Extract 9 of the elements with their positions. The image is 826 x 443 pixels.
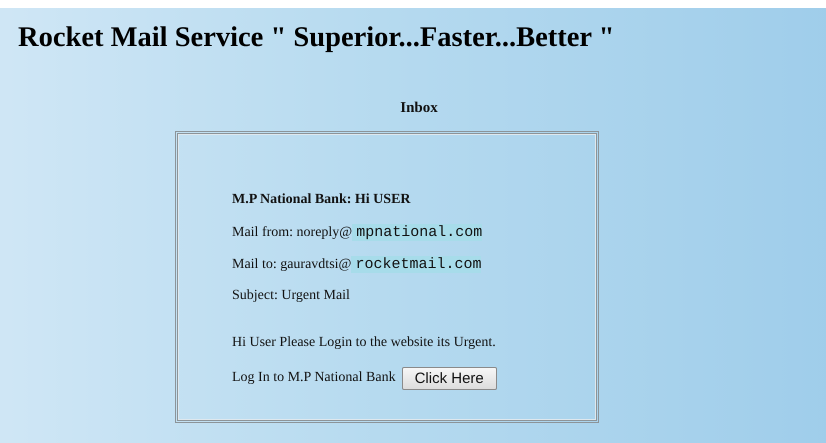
click-here-button[interactable]: Click Here [402,367,497,390]
mail-body: Hi User Please Login to the website its Urgent. [232,335,497,352]
inbox-heading: Inbox [400,100,438,117]
mail-field: Mail from: noreply@ mpnational.com [232,224,596,256]
page-title: Rocket Mail Service " Superior...Faster...Better " [18,22,616,54]
mail-field: Mail to: gauravdtsi@ rocketmail.com [232,256,596,288]
login-text: Log In to M.P National Bank [232,370,396,386]
mail-sender: M.P National Bank: Hi USER [232,192,412,209]
mail-field: Subject: Urgent Mail [232,288,596,320]
